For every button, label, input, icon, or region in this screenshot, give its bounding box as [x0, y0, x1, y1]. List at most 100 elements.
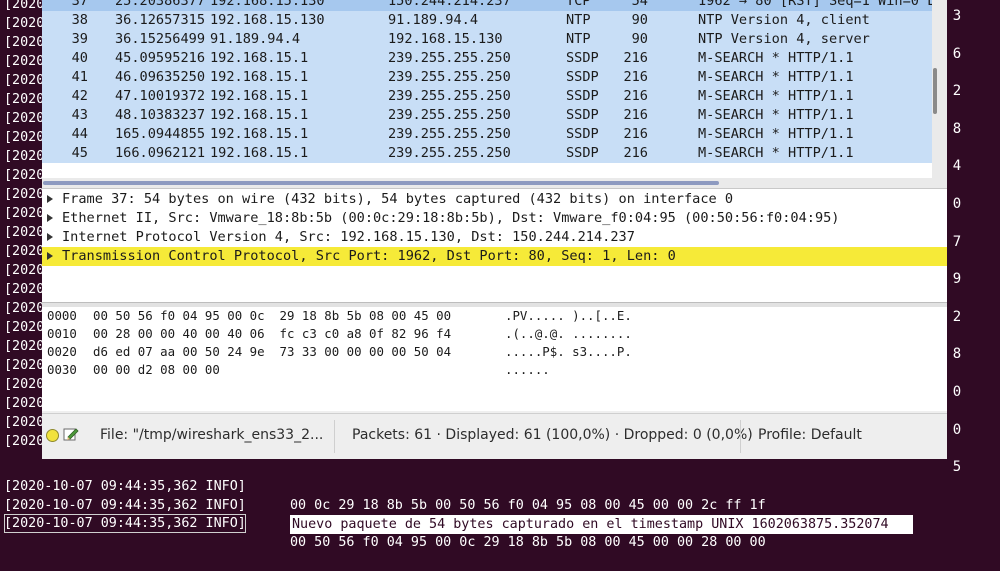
packet-time: 45.09595216: [115, 50, 206, 66]
packet-proto: SSDP: [566, 107, 599, 123]
packet-info: 1962 → 80 [RST] Seq=1 Win=0 Le: [698, 0, 932, 9]
packet-list-horizontal-scrollbar[interactable]: [42, 178, 947, 189]
packet-src: 192.168.15.1: [210, 69, 309, 85]
terminal-line-end-digit: 8: [952, 346, 962, 363]
packet-no: 38: [71, 12, 88, 28]
packet-row[interactable]: 42 47.10019372 192.168.15.1 239.255.255.250…: [42, 87, 932, 106]
terminal-line-end-digit: 8: [952, 120, 962, 137]
terminal-line-prefix: [2020: [4, 54, 45, 69]
packet-row-selected[interactable]: 37 25.20386377 192.168.15.130 150.244.214.2…: [42, 0, 932, 11]
expand-arrow-icon[interactable]: [47, 252, 53, 260]
packet-dst: 239.255.255.250: [388, 145, 511, 161]
terminal-line-prefix: [2020: [4, 320, 45, 335]
status-packets: Packets: 61 · Displayed: 61 (100,0%) · D…: [352, 427, 753, 443]
hex-ascii: .....P$. s3....P.: [505, 344, 632, 359]
terminal-line-end-digit: 2: [952, 83, 962, 100]
packet-len: 216: [623, 126, 648, 142]
terminal-line-prefix: [2020: [4, 377, 45, 392]
detail-tree-item[interactable]: Ethernet II, Src: Vmware_18:8b:5b (00:0c…: [42, 209, 947, 228]
terminal-line-prefix: [2020: [4, 339, 45, 354]
hex-offset: 0020: [47, 344, 77, 359]
packet-src: 192.168.15.1: [210, 145, 309, 161]
terminal-line-prefix: [2020: [4, 111, 45, 126]
detail-tree-item[interactable]: Frame 37: 54 bytes on wire (432 bits), 5…: [42, 190, 947, 209]
packet-time: 46.09635250: [115, 69, 206, 85]
packet-len: 216: [623, 69, 648, 85]
packet-dst: 239.255.255.250: [388, 107, 511, 123]
scrollbar-thumb[interactable]: [933, 68, 937, 114]
terminal-line-prefix: [2020: [4, 168, 45, 183]
log-message: 00 50 56 f0 04 95 00 0c 29 18 8b 5b 08 0…: [290, 535, 766, 550]
log-message-highlighted: Nuevo paquete de 54 bytes capturado en e…: [290, 515, 913, 534]
terminal-line-prefix: [2020: [4, 358, 45, 373]
capture-status-led-icon[interactable]: [46, 429, 59, 442]
hex-hex: 00 28 00 00 40 00 40 06 fc c3 c0 a8 0f 8…: [93, 326, 452, 341]
edit-comment-icon[interactable]: [63, 426, 79, 442]
packet-src: 192.168.15.130: [210, 0, 325, 9]
packet-info: NTP Version 4, client: [698, 12, 870, 28]
terminal-line-prefix: [2020: [4, 149, 45, 164]
packet-no: 45: [71, 145, 88, 161]
expand-arrow-icon[interactable]: [47, 214, 53, 222]
hex-hex: 00 00 d2 08 00 00: [93, 362, 220, 377]
terminal-line-end-digit: 2: [952, 308, 962, 325]
packet-time: 36.12657315: [115, 12, 206, 28]
terminal-line-prefix: [2020: [4, 130, 45, 145]
status-profile[interactable]: Profile: Default: [758, 427, 862, 443]
packet-details-tree[interactable]: Frame 37: 54 bytes on wire (432 bits), 5…: [42, 189, 947, 303]
packet-row[interactable]: 40 45.09595216 192.168.15.1 239.255.255.250…: [42, 49, 932, 68]
packet-row[interactable]: 45 166.0962121 192.168.15.1 239.255.255.250…: [42, 144, 932, 163]
packet-len: 216: [623, 145, 648, 161]
expand-arrow-icon[interactable]: [47, 233, 53, 241]
terminal-line-prefix: [2020: [4, 206, 45, 221]
scrollbar-thumb[interactable]: [43, 181, 719, 185]
packet-proto: TCP: [566, 0, 591, 9]
detail-tree-item[interactable]: Transmission Control Protocol, Src Port:…: [42, 247, 947, 266]
packet-row[interactable]: 44 165.0944855 192.168.15.1 239.255.255.250…: [42, 125, 932, 144]
packet-proto: SSDP: [566, 88, 599, 104]
status-divider: [740, 420, 741, 453]
detail-tree-item[interactable]: Internet Protocol Version 4, Src: 192.16…: [42, 228, 947, 247]
packet-time: 165.0944855: [115, 126, 206, 142]
packet-info: M-SEARCH * HTTP/1.1: [698, 107, 854, 123]
terminal-line-end-digit: 4: [952, 158, 962, 175]
terminal-line-end-digit: 6: [952, 45, 962, 62]
detail-tree-item-label: Internet Protocol Version 4, Src: 192.16…: [62, 229, 635, 245]
packet-dst: 239.255.255.250: [388, 88, 511, 104]
packet-dst: 239.255.255.250: [388, 126, 511, 142]
packet-time: 25.20386377: [115, 0, 206, 9]
terminal-line-end-digit: 9: [952, 271, 962, 288]
packet-row[interactable]: 41 46.09635250 192.168.15.1 239.255.255.250…: [42, 68, 932, 87]
packet-list-vertical-scrollbar[interactable]: [932, 0, 947, 178]
terminal-line-prefix: [2020: [4, 0, 45, 12]
packet-row[interactable]: 43 48.10383237 192.168.15.1 239.255.255.250…: [42, 106, 932, 125]
packet-src: 192.168.15.1: [210, 107, 309, 123]
packet-no: 40: [71, 50, 88, 66]
packet-len: 216: [623, 88, 648, 104]
detail-tree-item-label: Transmission Control Protocol, Src Port:…: [62, 248, 676, 264]
terminal-log-line: [2020-10-07 09:44:35,362 INFO] 00 50 56 …: [0, 495, 1000, 550]
terminal-line-prefix: [2020: [4, 434, 45, 449]
packet-row[interactable]: 39 36.15256499 91.189.94.4 192.168.15.130 NT…: [42, 30, 932, 49]
packet-dst: 239.255.255.250: [388, 69, 511, 85]
packet-list[interactable]: 37 25.20386377 192.168.15.130 150.244.214.2…: [42, 0, 932, 178]
terminal-log-line: [2020-10-07 09:44:35,362 INFO] 00 0c 29 …: [0, 458, 1000, 513]
packet-dst: 192.168.15.130: [388, 31, 503, 47]
terminal-line-end-digit: 0: [952, 384, 962, 400]
terminal-line-prefix: [2020: [4, 92, 45, 107]
packet-info: M-SEARCH * HTTP/1.1: [698, 50, 854, 66]
wireshark-window: 37 25.20386377 192.168.15.130 150.244.214.2…: [42, 0, 947, 459]
terminal-line-prefix: [2020: [4, 225, 45, 240]
packet-info: NTP Version 4, server: [698, 31, 870, 47]
terminal-line-end-digit: 3: [952, 8, 962, 24]
packet-proto: NTP: [566, 31, 591, 47]
packet-row[interactable]: 38 36.12657315 192.168.15.130 91.189.94.4 NT…: [42, 11, 932, 30]
packet-time: 48.10383237: [115, 107, 206, 123]
packet-proto: NTP: [566, 12, 591, 28]
packet-info: M-SEARCH * HTTP/1.1: [698, 88, 854, 104]
terminal-line-prefix: [2020: [4, 35, 45, 50]
hex-offset: 0010: [47, 326, 77, 341]
expand-arrow-icon[interactable]: [47, 195, 53, 203]
packet-bytes-pane[interactable]: 0000 00 50 56 f0 04 95 00 0c 29 18 8b 5b …: [42, 307, 947, 411]
hex-hex: d6 ed 07 aa 00 50 24 9e 73 33 00 00 00 0…: [93, 344, 452, 359]
